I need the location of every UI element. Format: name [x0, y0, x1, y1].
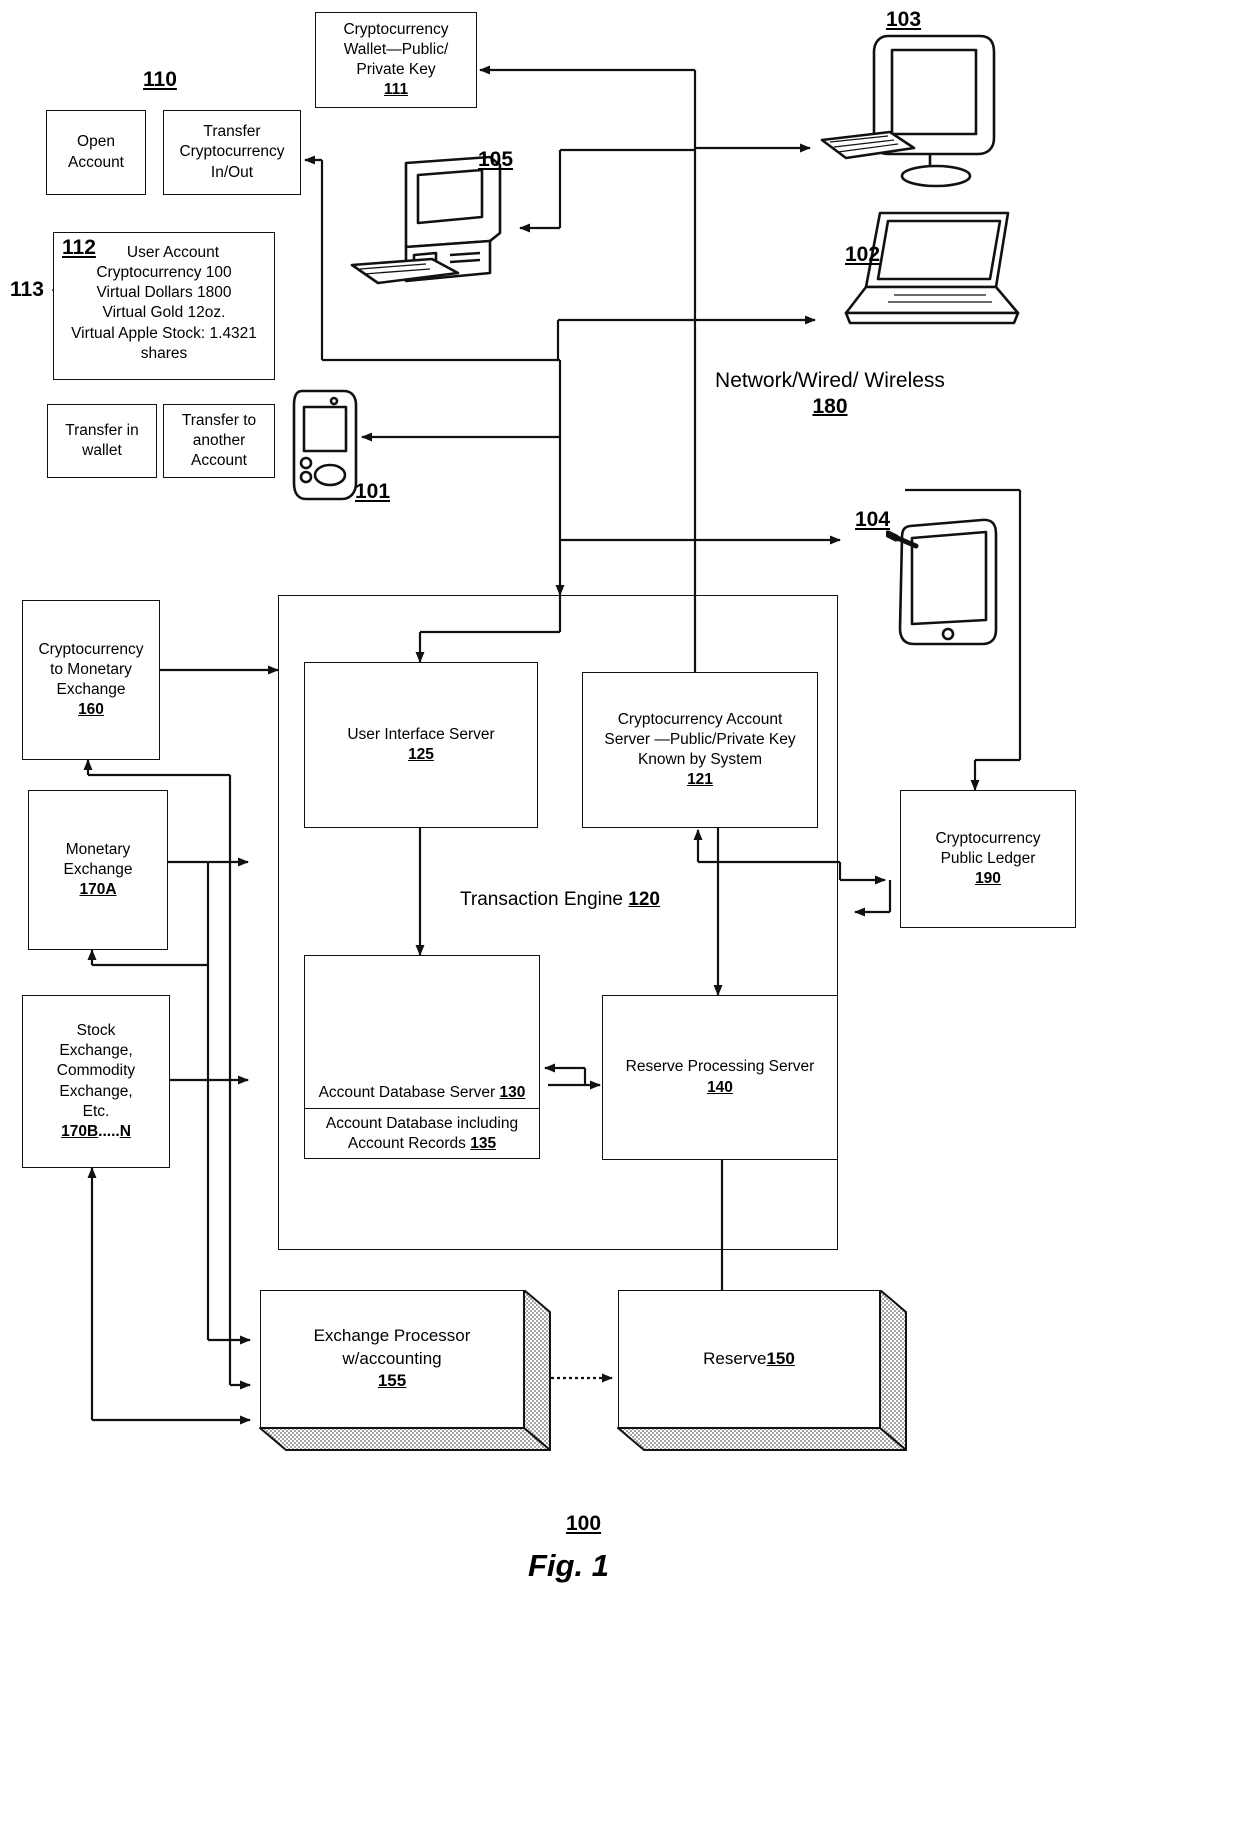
stock-exchange-ref: 170B.....N	[61, 1122, 131, 1142]
ui-server-title: User Interface Server	[347, 725, 495, 743]
monetary-exchange-line-2: Exchange	[63, 860, 133, 878]
exchange-processor-line-2: w/accounting	[342, 1348, 442, 1368]
crypto-acct-server-line-3: Known by System	[637, 751, 763, 768]
network-line-2: Wireless	[864, 369, 945, 392]
crypto-monetary-line-3: Exchange	[56, 681, 126, 698]
open-account-label-1: Open	[77, 133, 115, 151]
crypto-acct-server-line-2: Server —Public/Private Key	[604, 730, 796, 748]
crypto-monetary-line-2: to Monetary	[50, 660, 132, 678]
account-db-inner-line-1: Account Database including	[325, 1114, 519, 1132]
public-ledger-line-1: Cryptocurrency	[935, 829, 1041, 847]
wallet-line-2: Wallet—Public/	[343, 40, 449, 58]
wallet-ref: 111	[383, 81, 409, 99]
account-db-inner-ref: 135	[470, 1134, 497, 1152]
account-database-records[interactable]: Account Database including Account Recor…	[305, 1109, 539, 1158]
open-account-box[interactable]: Open Account	[46, 110, 146, 195]
mobile-phone-icon	[292, 389, 358, 501]
transfer-in-wallet-box[interactable]: Transfer in wallet	[47, 404, 157, 478]
reserve-processing-server-box[interactable]: Reserve Processing Server 140	[602, 995, 838, 1160]
ref-104: 104	[855, 508, 891, 531]
account-db-server-ref: 130	[499, 1083, 526, 1101]
transfer-other-line-3: Account	[190, 452, 247, 470]
stock-exchange-line-2: Exchange,	[59, 1042, 133, 1060]
stock-exchange-line-4: Exchange,	[59, 1082, 133, 1100]
exchange-processor-ref: 155	[377, 1371, 407, 1391]
monetary-exchange-ref: 170A	[79, 881, 117, 899]
crypto-monetary-line-1: Cryptocurrency	[38, 640, 144, 658]
transfer-cryptocurrency-box[interactable]: Transfer Cryptocurrency In/Out	[163, 110, 301, 195]
reserve-processing-title: Reserve Processing Server	[625, 1058, 815, 1076]
figure-caption: Fig. 1	[528, 1548, 609, 1583]
monetary-exchange-line-1: Monetary	[65, 840, 131, 858]
ref-100-system: 100	[566, 1512, 602, 1535]
reserve-processing-ref: 140	[707, 1078, 733, 1096]
crypto-to-monetary-exchange-box[interactable]: Cryptocurrency to Monetary Exchange 160	[22, 600, 160, 760]
transfer-other-line-2: another	[192, 431, 246, 449]
desktop-computer-icon	[350, 155, 502, 285]
stock-exchange-line-3: Commodity	[56, 1062, 136, 1080]
exchange-processor-line-1: Exchange Processor	[313, 1325, 471, 1345]
transfer-crypto-line-2: Cryptocurrency	[179, 143, 285, 161]
transfer-crypto-line-1: Transfer	[203, 123, 261, 141]
stock-commodity-exchange-box[interactable]: Stock Exchange, Commodity Exchange, Etc.…	[22, 995, 170, 1168]
user-account-line-3: Virtual Gold 12oz.	[102, 304, 226, 322]
transfer-in-wallet-line-2: wallet	[82, 442, 122, 459]
stock-exchange-line-5: Etc.	[82, 1102, 110, 1120]
stock-exchange-ref-b: N	[119, 1122, 131, 1140]
transfer-another-account-box[interactable]: Transfer to another Account	[163, 404, 275, 478]
crypto-monetary-ref: 160	[78, 701, 104, 719]
ref-110: 110	[143, 68, 177, 91]
user-account-title: User Account	[126, 244, 220, 261]
transfer-in-wallet-line-1: Transfer in	[65, 421, 139, 439]
monitor-keyboard-icon	[820, 34, 996, 188]
user-account-line-4: Virtual Apple Stock: 1.4321	[71, 324, 257, 342]
network-label: Network/Wired/ Wireless 180	[705, 368, 955, 421]
user-account-line-2: Virtual Dollars 1800	[96, 284, 232, 302]
stock-exchange-ref-dots: .....	[98, 1122, 120, 1140]
cryptocurrency-wallet-box[interactable]: Cryptocurrency Wallet—Public/ Private Ke…	[315, 12, 477, 108]
cryptocurrency-public-ledger-box[interactable]: Cryptocurrency Public Ledger 190	[900, 790, 1076, 928]
wallet-line-3: Private Key	[356, 61, 436, 78]
transaction-engine-ref: 120	[628, 889, 660, 910]
ref-101: 101	[355, 480, 391, 503]
crypto-account-server-box[interactable]: Cryptocurrency Account Server —Public/Pr…	[582, 672, 818, 828]
reserve-box[interactable]: Reserve 150	[618, 1290, 880, 1428]
ui-server-ref: 125	[408, 746, 434, 763]
public-ledger-ref: 190	[975, 870, 1001, 888]
user-account-line-5: shares	[140, 344, 188, 362]
transaction-engine-title: Transaction Engine	[460, 889, 624, 910]
transfer-crypto-line-3: In/Out	[210, 163, 254, 181]
laptop-icon	[844, 211, 1020, 325]
open-account-label-2: Account	[67, 153, 124, 171]
reserve-ref: 150	[766, 1348, 795, 1368]
transfer-other-line-1: Transfer to	[181, 411, 257, 429]
transaction-engine-label: Transaction Engine 120	[440, 888, 680, 913]
public-ledger-line-2: Public Ledger	[940, 849, 1036, 867]
account-db-server-title: Account Database Server	[318, 1083, 496, 1101]
reserve-label: Reserve	[703, 1348, 767, 1368]
ref-105: 105	[478, 148, 514, 171]
exchange-processor-box[interactable]: Exchange Processor w/accounting 155	[260, 1290, 524, 1428]
ref-103: 103	[886, 8, 922, 31]
wallet-line-1: Cryptocurrency	[343, 20, 449, 38]
ref-112: 112	[62, 236, 96, 259]
account-db-inner-line-2: Account Records	[347, 1134, 466, 1152]
network-line-1: Network/Wired/	[715, 369, 859, 392]
monetary-exchange-box[interactable]: Monetary Exchange 170A	[28, 790, 168, 950]
stock-exchange-ref-a: 170B	[61, 1122, 99, 1140]
user-interface-server-box[interactable]: User Interface Server 125	[304, 662, 538, 828]
crypto-acct-server-line-1: Cryptocurrency Account	[617, 710, 783, 728]
tablet-stylus-icon	[886, 518, 998, 646]
user-account-line-1: Cryptocurrency 100	[96, 264, 232, 282]
stock-exchange-line-1: Stock	[76, 1022, 116, 1040]
ref-102: 102	[845, 243, 881, 266]
ref-113: 113	[10, 278, 44, 301]
crypto-acct-server-ref: 121	[687, 771, 713, 789]
account-db-server-header: Account Database Server 130	[305, 1079, 539, 1109]
account-database-server-box[interactable]: Account Database Server 130 Account Data…	[304, 955, 540, 1159]
network-ref: 180	[812, 395, 848, 419]
patent-figure-page: 110 Open Account Transfer Cryptocurrency…	[0, 0, 1240, 1831]
